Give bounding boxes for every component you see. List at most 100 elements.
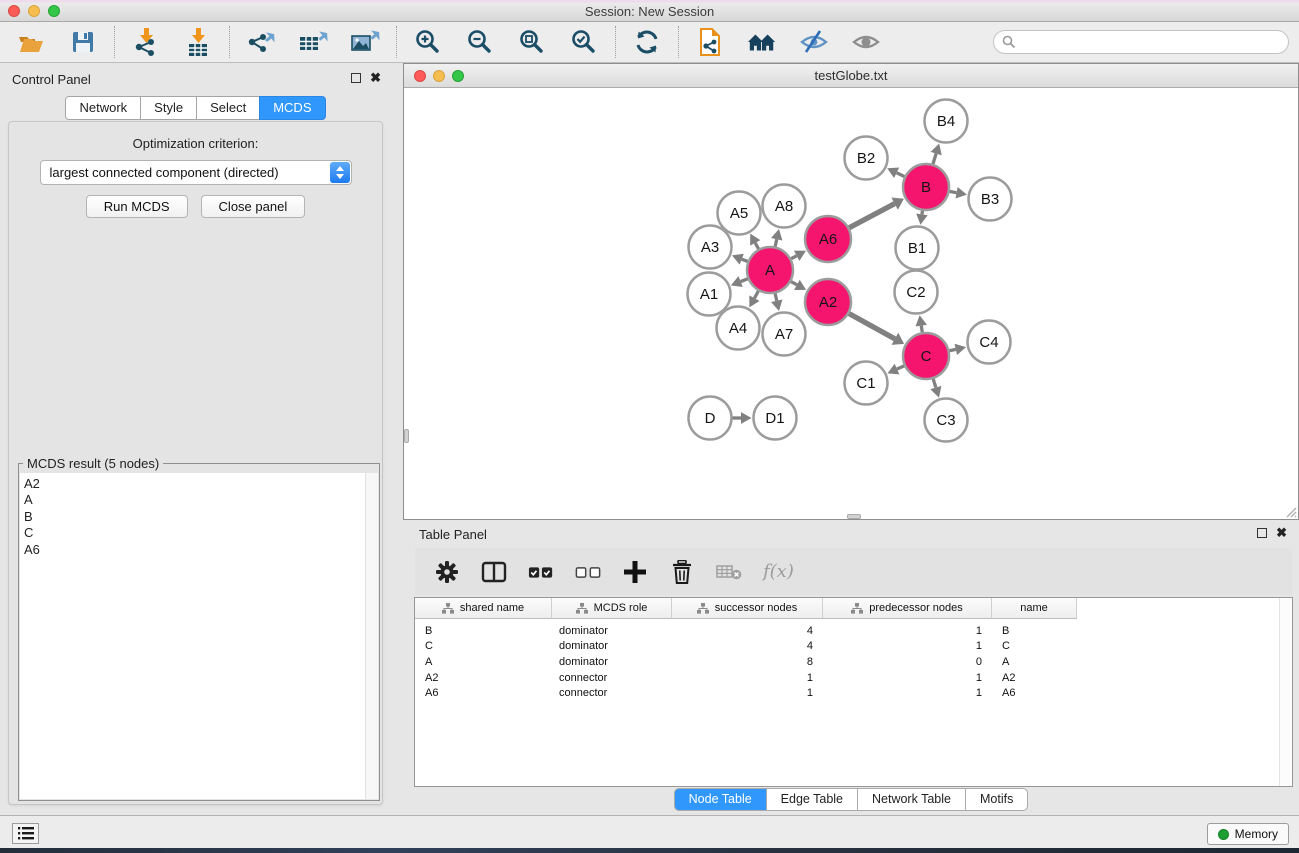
graph-node-A8[interactable]: A8 — [763, 185, 806, 228]
result-item[interactable]: C — [24, 525, 378, 541]
graph-node-A5[interactable]: A5 — [718, 192, 761, 235]
graph-edge-A6-B[interactable] — [849, 204, 894, 228]
import-table-icon[interactable] — [183, 27, 213, 57]
tab-mcds[interactable]: MCDS — [259, 96, 325, 120]
table-row[interactable]: Bdominator41B — [415, 623, 1292, 639]
delete-table-icon[interactable] — [716, 559, 742, 585]
export-image-icon[interactable] — [350, 27, 380, 57]
tab-edge-table[interactable]: Edge Table — [766, 788, 858, 811]
graph-edge-B-B4[interactable] — [933, 154, 936, 164]
tab-motifs[interactable]: Motifs — [965, 788, 1028, 811]
table-row[interactable]: A6connector11A6 — [415, 685, 1292, 701]
graph-edge-A-A8[interactable] — [775, 239, 777, 246]
close-panel-icon[interactable]: ✖ — [370, 73, 381, 83]
search-input[interactable] — [1016, 35, 1280, 50]
zoom-in-icon[interactable] — [413, 27, 443, 57]
graph-node-D[interactable]: D — [689, 397, 732, 440]
graph-edge-B-B1[interactable] — [922, 211, 923, 215]
zoom-selected-icon[interactable] — [569, 27, 599, 57]
graph-edge-A-A2[interactable] — [791, 282, 797, 285]
import-network-icon[interactable] — [131, 27, 161, 57]
tab-node-table[interactable]: Node Table — [674, 788, 767, 811]
graph-node-A2[interactable]: A2 — [805, 279, 851, 325]
memory-button[interactable]: Memory — [1207, 823, 1289, 845]
add-row-icon[interactable] — [622, 559, 648, 585]
task-history-button[interactable] — [12, 823, 39, 844]
zoom-fit-icon[interactable] — [517, 27, 547, 57]
result-item[interactable]: A — [24, 492, 378, 508]
graph-node-A1[interactable]: A1 — [688, 273, 731, 316]
canvas-left-grip[interactable] — [404, 429, 409, 443]
home-icon[interactable] — [747, 27, 777, 57]
refresh-icon[interactable] — [632, 27, 662, 57]
result-item[interactable]: A6 — [24, 542, 378, 558]
optimization-criterion-select[interactable]: largest connected component (directed) — [40, 160, 352, 185]
graph-edge-A-A5[interactable] — [755, 243, 758, 249]
mcds-result-list[interactable]: A2ABCA6 — [20, 473, 378, 799]
graph-edge-A-A6[interactable] — [791, 256, 797, 259]
graph-edge-C-C3[interactable] — [933, 379, 936, 388]
graph-node-A6[interactable]: A6 — [805, 216, 851, 262]
table-row[interactable]: A2connector11A2 — [415, 670, 1292, 686]
show-graphics-details-icon[interactable] — [851, 27, 881, 57]
result-scrollbar[interactable] — [365, 473, 378, 799]
delete-row-icon[interactable] — [669, 559, 695, 585]
function-builder-icon[interactable]: f(x) — [763, 561, 794, 582]
column-header-name[interactable]: name — [992, 598, 1077, 619]
graph-node-C4[interactable]: C4 — [968, 321, 1011, 364]
canvas-bottom-grip[interactable] — [847, 514, 861, 519]
tab-select[interactable]: Select — [196, 96, 260, 120]
export-table-icon[interactable] — [298, 27, 328, 57]
graph-edge-A-A4[interactable] — [754, 291, 758, 298]
column-header-predecessor-nodes[interactable]: predecessor nodes — [823, 598, 992, 619]
tab-network-table[interactable]: Network Table — [857, 788, 966, 811]
select-all-icon[interactable] — [528, 559, 554, 585]
result-item[interactable]: B — [24, 509, 378, 525]
tab-style[interactable]: Style — [140, 96, 197, 120]
graph-node-A[interactable]: A — [747, 247, 793, 293]
table-header[interactable]: shared nameMCDS rolesuccessor nodesprede… — [415, 598, 1292, 619]
zoom-out-icon[interactable] — [465, 27, 495, 57]
graph-node-B4[interactable]: B4 — [925, 100, 968, 143]
graph-node-C[interactable]: C — [903, 333, 949, 379]
graph-node-C3[interactable]: C3 — [925, 399, 968, 442]
graph-node-C1[interactable]: C1 — [845, 362, 888, 405]
graph-edge-A2-C[interactable] — [849, 314, 895, 339]
graph-node-B2[interactable]: B2 — [845, 137, 888, 180]
columns-icon[interactable] — [481, 559, 507, 585]
deselect-all-icon[interactable] — [575, 559, 601, 585]
graph-node-D1[interactable]: D1 — [754, 397, 797, 440]
tab-network[interactable]: Network — [65, 96, 141, 120]
graph-edge-C-C4[interactable] — [949, 349, 955, 350]
resize-grip-icon[interactable] — [1283, 504, 1297, 518]
network-canvas[interactable]: AA1A2A3A4A5A6A7A8BB1B2B3B4CC1C2C3C4DD1 — [404, 89, 1298, 519]
network-graph[interactable]: AA1A2A3A4A5A6A7A8BB1B2B3B4CC1C2C3C4DD1 — [404, 89, 1298, 520]
graph-node-A7[interactable]: A7 — [763, 313, 806, 356]
table-scrollbar[interactable] — [1279, 598, 1292, 786]
table-float-panel-icon[interactable] — [1257, 528, 1267, 538]
open-session-icon[interactable] — [16, 27, 46, 57]
graph-node-A4[interactable]: A4 — [717, 307, 760, 350]
result-item[interactable]: A2 — [24, 476, 378, 492]
table-close-panel-icon[interactable]: ✖ — [1276, 528, 1287, 538]
graph-node-A3[interactable]: A3 — [689, 226, 732, 269]
graph-node-B1[interactable]: B1 — [896, 227, 939, 270]
graph-edge-C-C1[interactable] — [897, 366, 904, 369]
column-header-successor-nodes[interactable]: successor nodes — [672, 598, 823, 619]
search-box[interactable] — [993, 30, 1289, 54]
table-row[interactable]: Cdominator41C — [415, 639, 1292, 655]
network-window-titlebar[interactable]: testGlobe.txt — [404, 64, 1298, 88]
graph-edge-A-A1[interactable] — [741, 279, 748, 282]
run-mcds-button[interactable]: Run MCDS — [86, 195, 188, 218]
graph-edge-A-A7[interactable] — [775, 293, 777, 300]
graph-edge-B-B3[interactable] — [950, 191, 957, 192]
new-network-from-file-icon[interactable] — [695, 27, 725, 57]
graph-edge-C-C2[interactable] — [921, 326, 922, 333]
table-row[interactable]: Adominator80A — [415, 654, 1292, 670]
close-panel-button[interactable]: Close panel — [201, 195, 306, 218]
export-network-icon[interactable] — [246, 27, 276, 57]
save-session-icon[interactable] — [68, 27, 98, 57]
float-panel-icon[interactable] — [351, 73, 361, 83]
column-header-MCDS-role[interactable]: MCDS role — [552, 598, 672, 619]
graph-edge-A-A3[interactable] — [742, 259, 748, 261]
